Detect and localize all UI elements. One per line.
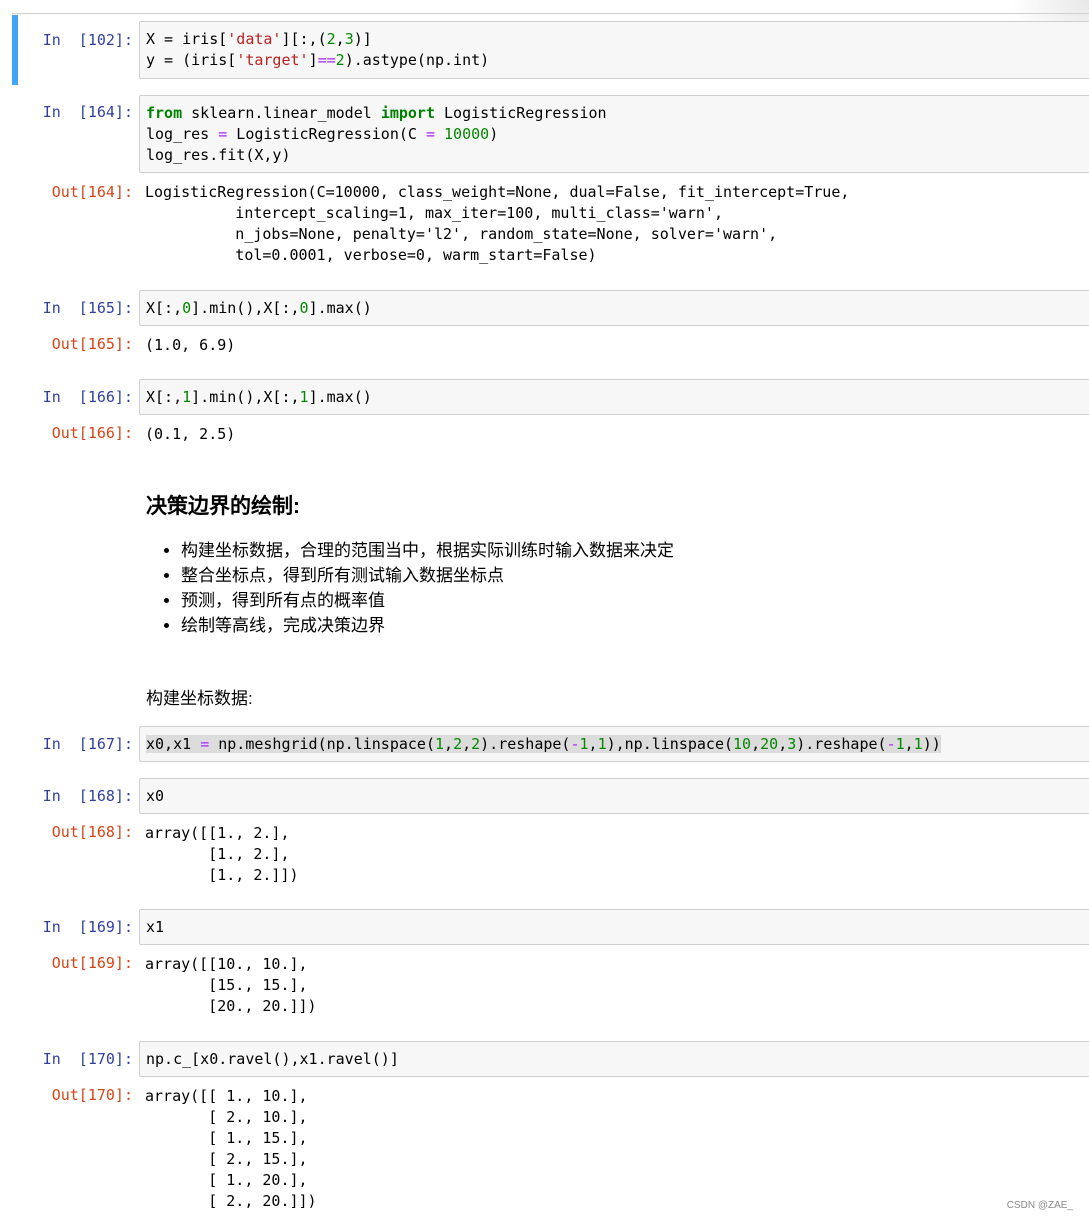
input-prompt: In [168]: <box>42 787 133 805</box>
output-line: (0.1, 2.5) <box>145 425 236 443</box>
output-line: (1.0, 6.9) <box>145 336 236 354</box>
code-cell-167[interactable]: In [167]: x0,x1 = np.meshgrid(np.linspac… <box>0 726 1089 766</box>
input-prompt: In [167]: <box>42 735 133 753</box>
code-line: x0 <box>146 787 165 805</box>
bullet-item: 预测，得到所有点的概率值 <box>181 588 1046 613</box>
code-cell-102[interactable]: In [102]: X = iris['data'][:,(2,3)] y = … <box>0 15 1089 85</box>
code-input[interactable]: x0,x1 = np.meshgrid(np.linspace(1,2,2).r… <box>139 726 1089 762</box>
bullet-item: 绘制等高线，完成决策边界 <box>181 613 1046 638</box>
code-cell-166[interactable]: In [166]: X[:,1].min(),X[:,1].max() Out[… <box>0 379 1089 449</box>
output-line: LogisticRegression(C=10000, class_weight… <box>145 183 850 201</box>
output-prompt: Out[168]: <box>51 823 133 841</box>
code-input[interactable]: X[:,1].min(),X[:,1].max() <box>139 379 1089 415</box>
output-line: [1., 2.]]) <box>145 866 299 884</box>
markdown-paragraph: 构建坐标数据: <box>146 689 253 708</box>
code-input[interactable]: x1 <box>139 909 1089 945</box>
code-cell-165[interactable]: In [165]: X[:,0].min(),X[:,0].max() Out[… <box>0 290 1089 360</box>
output-line: [ 2., 20.]]) <box>145 1192 317 1210</box>
code-line: x1 <box>146 918 165 936</box>
input-prompt: In [170]: <box>42 1050 133 1068</box>
output-line: [ 2., 15.], <box>145 1150 308 1168</box>
code-line: from sklearn.linear_model import Logisti… <box>146 104 607 122</box>
bullet-item: 构建坐标数据，合理的范围当中，根据实际训练时输入数据来决定 <box>181 538 1046 563</box>
output-line: tol=0.0001, verbose=0, warm_start=False) <box>145 246 597 264</box>
markdown-bullet-list: 构建坐标数据，合理的范围当中，根据实际训练时输入数据来决定 整合坐标点，得到所有… <box>146 538 1046 638</box>
bullet-item: 整合坐标点，得到所有测试输入数据坐标点 <box>181 563 1046 588</box>
code-input[interactable]: X = iris['data'][:,(2,3)] y = (iris['tar… <box>139 21 1089 79</box>
input-prompt: In [169]: <box>42 918 133 936</box>
output-prompt: Out[166]: <box>51 424 133 442</box>
code-line: X[:,1].min(),X[:,1].max() <box>146 388 372 406</box>
output-line: [15., 15.], <box>145 976 308 994</box>
cell-selection-bar <box>12 15 18 85</box>
notebook-top-divider <box>12 13 1089 14</box>
output-line: intercept_scaling=1, max_iter=100, multi… <box>145 204 723 222</box>
output-line: [1., 2.], <box>145 845 290 863</box>
code-line: log_res.fit(X,y) <box>146 146 291 164</box>
input-prompt: In [164]: <box>42 103 133 121</box>
code-cell-168[interactable]: In [168]: x0 Out[168]: array([[1., 2.], … <box>0 778 1089 888</box>
output-prompt: Out[165]: <box>51 335 133 353</box>
code-cell-169[interactable]: In [169]: x1 Out[169]: array([[10., 10.]… <box>0 909 1089 1019</box>
output-line: [20., 20.]]) <box>145 997 317 1015</box>
output-line: array([[10., 10.], <box>145 955 308 973</box>
code-cell-164[interactable]: In [164]: from sklearn.linear_model impo… <box>0 95 1089 275</box>
output-line: n_jobs=None, penalty='l2', random_state=… <box>145 225 778 243</box>
output-prompt: Out[170]: <box>51 1086 133 1104</box>
output-prompt: Out[164]: <box>51 183 133 201</box>
markdown-cell[interactable]: 决策边界的绘制: 构建坐标数据，合理的范围当中，根据实际训练时输入数据来决定 整… <box>146 490 1046 709</box>
output-line: [ 1., 15.], <box>145 1129 308 1147</box>
code-input[interactable]: np.c_[x0.ravel(),x1.ravel()] <box>139 1041 1089 1077</box>
watermark: CSDN @ZAE_ <box>1006 1200 1073 1211</box>
output-line: [ 1., 20.], <box>145 1171 308 1189</box>
code-input[interactable]: X[:,0].min(),X[:,0].max() <box>139 290 1089 326</box>
code-line: np.c_[x0.ravel(),x1.ravel()] <box>146 1050 399 1068</box>
output-prompt: Out[169]: <box>51 954 133 972</box>
input-prompt: In [102]: <box>42 31 133 49</box>
output-line: array([[ 1., 10.], <box>145 1087 308 1105</box>
output-line: array([[1., 2.], <box>145 824 290 842</box>
code-line: log_res = LogisticRegression(C = 10000) <box>146 125 499 143</box>
markdown-heading: 决策边界的绘制: <box>146 495 300 518</box>
code-line: X[:,0].min(),X[:,0].max() <box>146 299 372 317</box>
code-input[interactable]: from sklearn.linear_model import Logisti… <box>139 95 1089 173</box>
output-line: [ 2., 10.], <box>145 1108 308 1126</box>
input-prompt: In [165]: <box>42 299 133 317</box>
code-cell-170[interactable]: In [170]: np.c_[x0.ravel(),x1.ravel()] O… <box>0 1041 1089 1216</box>
code-line: x0,x1 = np.meshgrid(np.linspace(1,2,2).r… <box>146 735 941 753</box>
code-line: y = (iris['target']==2).astype(np.int) <box>146 51 490 69</box>
code-input[interactable]: x0 <box>139 778 1089 814</box>
code-line: X = iris['data'][:,(2,3)] <box>146 30 372 48</box>
input-prompt: In [166]: <box>42 388 133 406</box>
